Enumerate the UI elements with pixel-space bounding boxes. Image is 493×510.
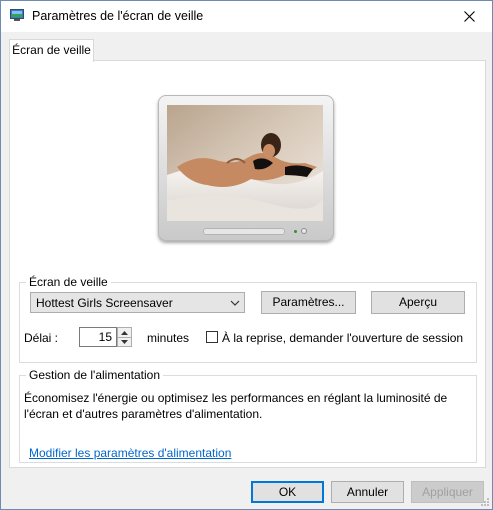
screensaver-group: Écran de veille Hottest Girls Screensave… (19, 275, 477, 363)
monitor-status-led (294, 230, 297, 233)
power-settings-link[interactable]: Modifier les paramètres d'alimentation (29, 446, 231, 460)
delay-input[interactable]: 15 (79, 327, 117, 347)
resize-grip-icon[interactable] (480, 497, 490, 507)
monitor-disc-slot (203, 228, 285, 235)
apply-button: Appliquer (411, 481, 484, 503)
screensaver-select-value: Hottest Girls Screensaver (36, 296, 173, 310)
delay-label: Délai : (24, 331, 59, 345)
chevron-down-icon (230, 300, 240, 306)
resume-logon-label[interactable]: À la reprise, demander l'ouverture de se… (222, 331, 463, 345)
screensaver-monitor-icon (10, 9, 24, 21)
power-description: Économisez l'énergie ou optimisez les pe… (24, 390, 472, 422)
power-description-line-1: Économisez l'énergie ou optimisez les pe… (24, 391, 448, 405)
window-title: Paramètres de l'écran de veille (32, 9, 204, 23)
power-management-group: Gestion de l'alimentation Économisez l'é… (19, 368, 477, 463)
power-group-legend: Gestion de l'alimentation (26, 368, 164, 382)
chevron-up-icon (121, 331, 128, 335)
monitor-power-button (301, 228, 307, 234)
screensaver-settings-dialog: Paramètres de l'écran de veille Écran de… (0, 0, 493, 510)
close-icon (463, 11, 475, 22)
settings-button[interactable]: Paramètres... (261, 291, 356, 314)
ok-button[interactable]: OK (251, 481, 324, 503)
power-description-line-2: l'écran et d'autres paramètres d'aliment… (24, 407, 263, 421)
delay-increment-button[interactable] (118, 328, 131, 337)
minutes-label: minutes (147, 331, 190, 345)
screensaver-group-legend: Écran de veille (26, 275, 111, 289)
screensaver-select[interactable]: Hottest Girls Screensaver (30, 292, 245, 313)
tab-panel: Écran de veille Hottest Girls Screensave… (9, 60, 486, 468)
preview-image (167, 105, 323, 221)
monitor-preview (158, 95, 334, 241)
delay-decrement-button[interactable] (118, 337, 131, 347)
preview-button[interactable]: Aperçu (371, 291, 465, 314)
delay-stepper[interactable] (117, 327, 132, 347)
preview-screen (167, 105, 323, 221)
title-bar: Paramètres de l'écran de veille (1, 1, 492, 32)
chevron-down-icon (121, 340, 128, 344)
close-button[interactable] (446, 1, 492, 32)
tab-screensaver[interactable]: Écran de veille (9, 39, 94, 62)
resume-logon-checkbox[interactable] (206, 331, 218, 343)
cancel-button[interactable]: Annuler (331, 481, 404, 503)
